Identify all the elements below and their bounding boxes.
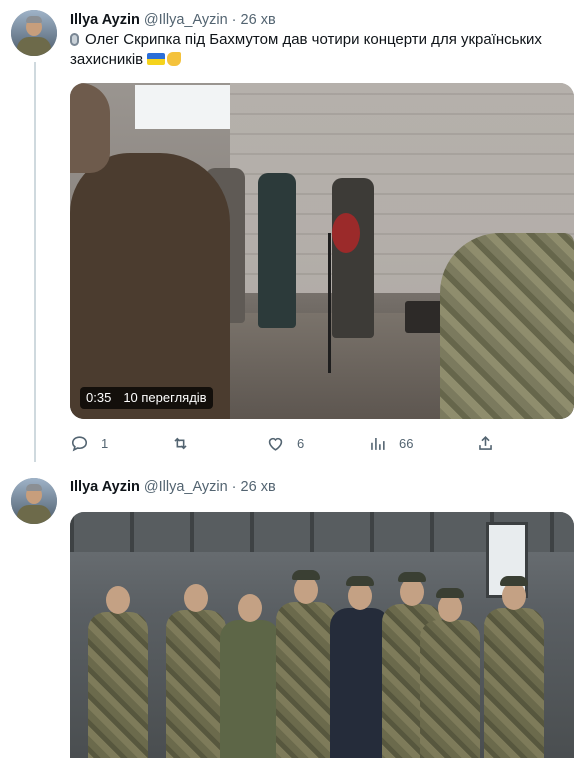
soldier-head: [70, 83, 110, 173]
share-button[interactable]: [476, 430, 495, 456]
share-icon: [479, 435, 492, 450]
author-name[interactable]: Illya Ayzin: [70, 479, 140, 495]
flexed-biceps-icon: [167, 52, 182, 66]
author-avatar[interactable]: [11, 10, 57, 56]
tweet-header: Illya Ayzin @Illya_Ayzin · 26 хв: [70, 478, 276, 496]
separator-dot: ·: [231, 479, 237, 495]
microphone-icon: [70, 33, 79, 46]
separator-dot: ·: [231, 12, 237, 28]
guitar: [332, 213, 360, 253]
author-handle[interactable]: @Illya_Ayzin: [144, 479, 228, 495]
tweet-1[interactable]: Illya Ayzin @Illya_Ayzin · 26 хв Олег Ск…: [0, 0, 588, 470]
ukraine-flag-icon: [147, 53, 166, 65]
analytics-icon: [371, 437, 385, 450]
performer: [258, 173, 296, 328]
retweet-icon: [174, 437, 187, 449]
reply-icon: [71, 435, 88, 451]
soldiers-group: [70, 570, 574, 758]
soldier-foreground-right: [440, 233, 574, 419]
author-name[interactable]: Illya Ayzin: [70, 12, 140, 28]
soldier-foreground-left: [70, 153, 230, 419]
tweet-photo[interactable]: [70, 512, 574, 758]
author-handle[interactable]: @Illya_Ayzin: [144, 12, 228, 28]
video-duration-badge: 0:35 10 переглядів: [80, 387, 213, 409]
tweet-video[interactable]: 0:35 10 переглядів: [70, 83, 574, 419]
heart-icon: [268, 437, 283, 451]
views-button[interactable]: 66: [368, 430, 413, 456]
performer: [332, 178, 374, 338]
tweet-text: Олег Скрипка під Бахмутом дав чотири кон…: [70, 30, 570, 70]
video-duration: 0:35: [86, 390, 112, 405]
tweet-timestamp[interactable]: 26 хв: [241, 479, 276, 495]
video-views: 10 переглядів: [123, 390, 207, 405]
like-count: 6: [297, 435, 305, 451]
like-button[interactable]: 6: [266, 430, 304, 456]
views-count: 66: [399, 435, 414, 451]
retweet-button[interactable]: [171, 430, 202, 456]
microphone-stand: [328, 233, 331, 373]
author-avatar[interactable]: [11, 478, 57, 524]
tweet-text-content: Олег Скрипка під Бахмутом дав чотири кон…: [70, 31, 542, 68]
reply-button[interactable]: 1: [70, 430, 108, 456]
tweet-header: Illya Ayzin @Illya_Ayzin · 26 хв: [70, 11, 276, 29]
window-light: [135, 85, 230, 129]
tweet-timestamp[interactable]: 26 хв: [241, 12, 276, 28]
reply-count: 1: [101, 435, 109, 451]
tweet-actions: 1 6 66: [70, 430, 574, 456]
